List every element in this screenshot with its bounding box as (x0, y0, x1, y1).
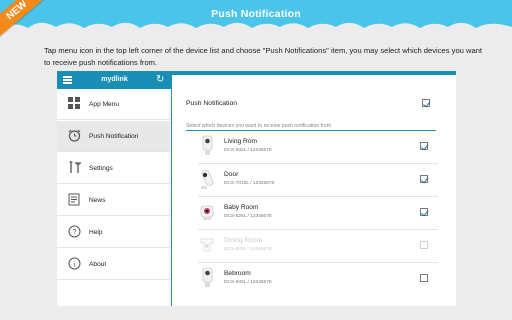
header-banner: Push Notification (0, 0, 512, 34)
sidebar-item-help[interactable]: ? Help (57, 217, 170, 248)
news-icon (67, 193, 81, 207)
camera-icon (200, 238, 214, 252)
device-select-hint: Select which devices you want to receive… (186, 123, 436, 131)
sidebar-item-about[interactable]: i About (57, 249, 170, 280)
sidebar-item-label: About (89, 261, 107, 268)
device-checkbox[interactable] (420, 208, 428, 216)
device-model: DCS-932L / 12345678 (224, 280, 272, 285)
device-model: DCS-825L / 12345678 (224, 247, 272, 252)
info-icon: i (67, 257, 81, 271)
device-row-door[interactable]: Door DCS-7010L / 12345678 (198, 164, 438, 195)
page-title: Push Notification (211, 8, 301, 20)
device-name: Door (224, 171, 239, 178)
sidebar-item-label: Push Notification (89, 133, 139, 140)
sidebar-item-settings[interactable]: Settings (57, 153, 170, 184)
device-screenshot: mydlink ↻ App Menu Push Notification Set… (57, 71, 456, 306)
push-notification-panel: Push Notification Select which devices y… (174, 75, 456, 306)
sidebar: App Menu Push Notification Settings News… (57, 89, 172, 306)
device-checkbox[interactable] (420, 274, 428, 282)
alarm-clock-icon (67, 129, 81, 143)
tools-icon (67, 161, 81, 175)
svg-text:i: i (73, 259, 75, 268)
device-model: DCS-7010L / 12345678 (224, 181, 275, 186)
device-row-living-rom[interactable]: Living Rom DCS-932L / 12345678 (198, 131, 438, 162)
grid-icon (67, 97, 81, 111)
camera-icon (201, 169, 214, 189)
device-row-dining-room[interactable]: Dining Room DCS-825L / 12345678 (198, 230, 438, 261)
sidebar-item-app-menu[interactable]: App Menu (57, 89, 170, 120)
push-notification-checkbox[interactable] (422, 99, 430, 107)
device-name: Bebroom (224, 270, 251, 277)
sidebar-item-label: Settings (89, 165, 113, 172)
app-title: mydlink (101, 76, 128, 83)
device-model: DCS-932L / 12345678 (224, 148, 272, 153)
help-icon: ? (67, 225, 81, 239)
device-checkbox[interactable] (420, 142, 428, 150)
refresh-icon[interactable]: ↻ (156, 74, 164, 86)
camera-icon (202, 267, 213, 287)
device-model: DCS-825L / 12345678 (224, 214, 272, 219)
sidebar-item-news[interactable]: News (57, 185, 170, 216)
sidebar-item-label: App Menu (89, 101, 120, 108)
camera-icon (202, 135, 213, 155)
device-checkbox[interactable] (420, 175, 428, 183)
device-name: Living Rom (224, 138, 257, 145)
sidebar-item-label: Help (89, 229, 103, 236)
svg-text:?: ? (72, 227, 76, 236)
device-name: Baby Room (224, 204, 259, 211)
device-row-bebroom[interactable]: Bebroom DCS-932L / 12345678 (198, 263, 438, 294)
device-name: Dining Room (224, 237, 263, 244)
sidebar-item-label: News (89, 197, 106, 204)
camera-icon (200, 205, 214, 220)
app-bar: mydlink ↻ (57, 71, 172, 89)
push-notification-label: Push Notification (186, 100, 238, 107)
instruction-text: Tap menu icon in the top left corner of … (44, 46, 483, 67)
device-row-baby-room[interactable]: Baby Room DCS-825L / 12345678 (198, 197, 438, 228)
sidebar-item-push-notification[interactable]: Push Notification (57, 121, 170, 152)
device-checkbox[interactable] (420, 241, 428, 249)
